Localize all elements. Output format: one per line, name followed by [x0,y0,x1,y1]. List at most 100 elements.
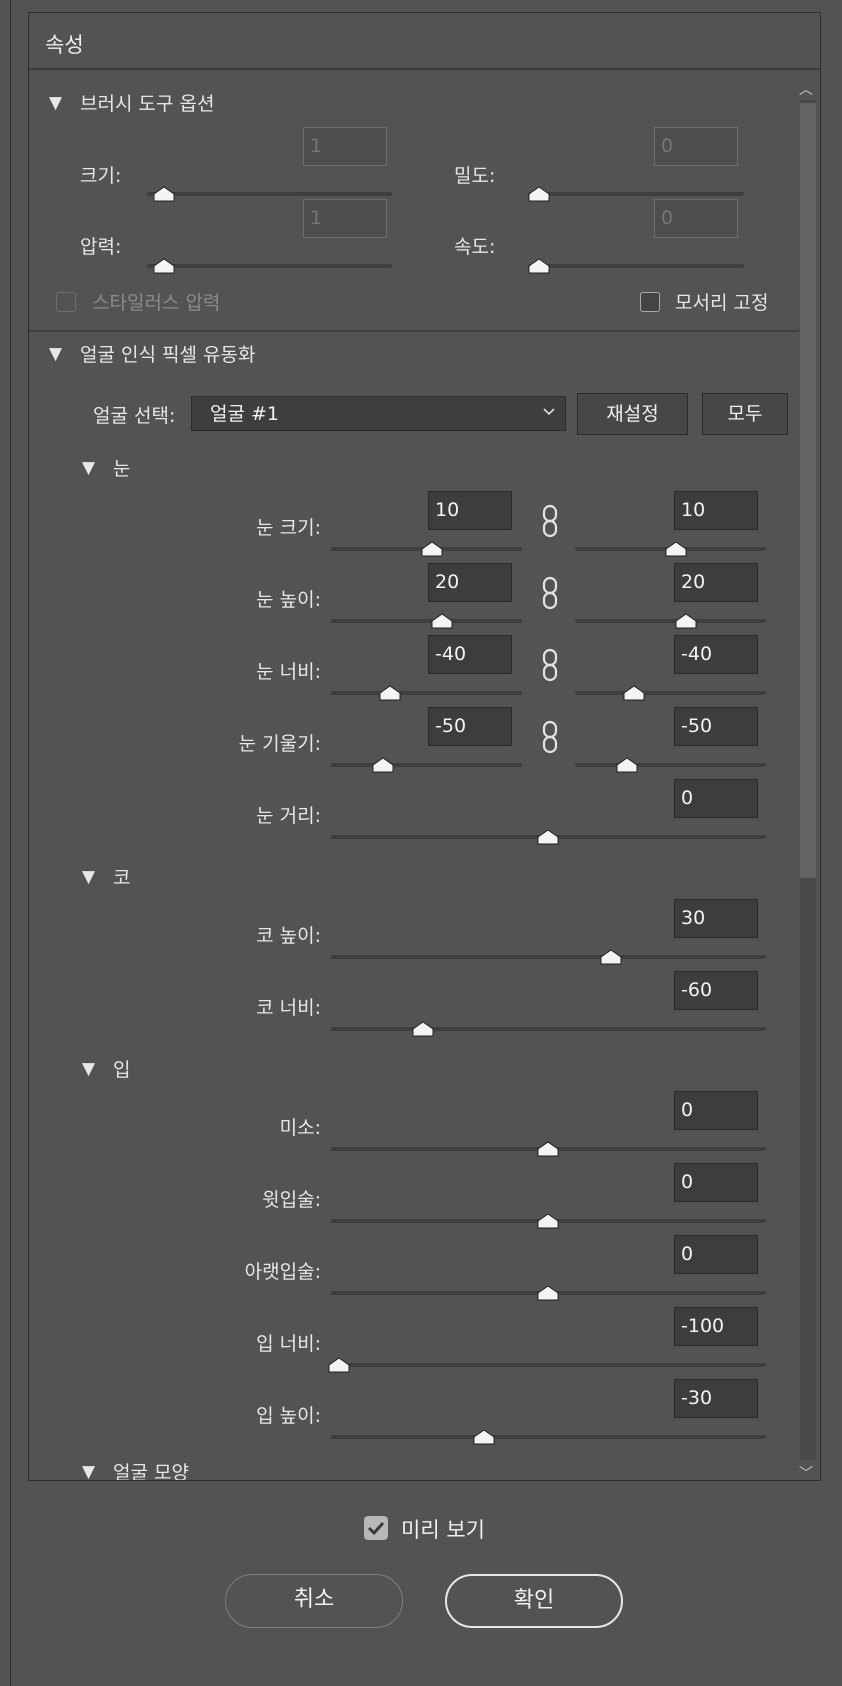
face-shape-collapse-icon[interactable]: ▼ [82,1462,95,1480]
eye-width-left-track[interactable] [331,691,522,695]
eye-size-left-thumb[interactable] [421,541,443,557]
mouth-width-track[interactable] [331,1363,766,1367]
nose-header[interactable]: 코 [113,863,130,890]
mouth-width-field[interactable]: -100 [674,1307,758,1346]
preview-label: 미리 보기 [401,1518,485,1542]
properties-panel: 속성 ▼ 브러시 도구 옵션 크기: 1 밀도: 0 압력: 1 속도: 0 스… [28,12,821,1481]
eye-tilt-left-thumb[interactable] [372,757,394,773]
face-liquify-collapse-icon[interactable]: ▼ [49,344,62,364]
eye-height-right-field[interactable]: 20 [674,563,758,602]
eye-height-right-thumb[interactable] [675,613,697,629]
eye-width-left-thumb[interactable] [379,685,401,701]
eye-height-left-thumb[interactable] [431,613,453,629]
density-slider-thumb[interactable] [528,186,550,202]
nose-height-track[interactable] [331,955,766,959]
nose-width-track[interactable] [331,1027,766,1031]
properties-scroll-area[interactable]: ▼ 브러시 도구 옵션 크기: 1 밀도: 0 압력: 1 속도: 0 스타일러… [29,70,820,1480]
cancel-button[interactable]: 취소 [225,1574,403,1628]
upper-lip-field[interactable]: 0 [674,1163,758,1202]
eye-tilt-right-track[interactable] [575,763,766,767]
nose-height-field[interactable]: 30 [674,899,758,938]
eye-size-link-icon[interactable] [541,504,559,538]
size-slider-thumb[interactable] [153,186,175,202]
eye-tilt-left-field[interactable]: -50 [428,707,512,746]
eye-size-right-field[interactable]: 10 [674,491,758,530]
nose-height-thumb[interactable] [600,949,622,965]
face-liquify-header[interactable]: 얼굴 인식 픽셀 유동화 [80,340,255,367]
pressure-slider-thumb[interactable] [153,258,175,274]
brush-options-header[interactable]: 브러시 도구 옵션 [80,89,214,116]
pin-edges-label: 모서리 고정 [675,292,769,314]
eye-distance-field[interactable]: 0 [674,779,758,818]
nose-width-thumb[interactable] [412,1021,434,1037]
smile-thumb[interactable] [537,1141,559,1157]
section-divider [29,330,799,332]
eye-width-label: 눈 너비: [256,661,321,683]
face-select-value: 얼굴 #1 [210,403,280,425]
preview-checkbox[interactable] [364,1516,388,1540]
scroll-up-arrow-icon[interactable]: ︿ [796,79,816,99]
mouth-width-thumb[interactable] [328,1357,350,1373]
eyes-header[interactable]: 눈 [113,454,130,481]
eye-width-left-field[interactable]: -40 [428,635,512,674]
size-slider-track[interactable] [147,192,392,196]
eye-height-left-field[interactable]: 20 [428,563,512,602]
mouth-height-field[interactable]: -30 [674,1379,758,1418]
smile-label: 미소: [279,1117,321,1139]
scroll-down-arrow-icon[interactable]: ﹀ [796,1463,816,1480]
mouth-collapse-icon[interactable]: ▼ [82,1059,95,1079]
eyes-collapse-icon[interactable]: ▼ [82,458,95,478]
eye-distance-label: 눈 거리: [256,805,321,827]
lower-lip-thumb[interactable] [537,1285,559,1301]
scrollbar-thumb[interactable] [800,103,816,878]
all-button[interactable]: 모두 [702,393,788,435]
rate-slider-thumb[interactable] [528,258,550,274]
eye-tilt-link-icon[interactable] [541,720,559,754]
brush-options-collapse-icon[interactable]: ▼ [49,93,62,113]
eye-size-right-thumb[interactable] [665,541,687,557]
pressure-label: 압력: [80,236,122,258]
density-label: 밀도: [454,165,496,187]
eye-width-right-thumb[interactable] [623,685,645,701]
eye-tilt-left-track[interactable] [331,763,522,767]
nose-collapse-icon[interactable]: ▼ [82,867,95,887]
eye-tilt-right-thumb[interactable] [616,757,638,773]
face-select-dropdown[interactable]: 얼굴 #1 [191,396,566,431]
eye-tilt-right-field[interactable]: -50 [674,707,758,746]
mouth-height-track[interactable] [331,1435,766,1439]
mouth-header[interactable]: 입 [113,1055,130,1082]
rate-field[interactable]: 0 [654,199,738,238]
left-window-edge [10,0,11,1686]
eye-distance-thumb[interactable] [537,829,559,845]
pressure-field[interactable]: 1 [303,199,387,238]
rate-label: 속도: [454,236,496,258]
eye-width-right-field[interactable]: -40 [674,635,758,674]
checkmark-icon [367,1521,385,1536]
mouth-height-thumb[interactable] [473,1429,495,1445]
mouth-width-label: 입 너비: [256,1333,321,1355]
reset-button[interactable]: 재설정 [577,393,688,435]
face-shape-header[interactable]: 얼굴 모양 [113,1458,189,1480]
stylus-pressure-checkbox[interactable] [56,292,76,312]
nose-width-field[interactable]: -60 [674,971,758,1010]
density-slider-track[interactable] [528,192,744,196]
eye-width-link-icon[interactable] [541,648,559,682]
ok-button[interactable]: 확인 [445,1574,623,1628]
smile-field[interactable]: 0 [674,1091,758,1130]
eye-height-right-track[interactable] [575,619,766,623]
mouth-height-label: 입 높이: [256,1405,321,1427]
lower-lip-field[interactable]: 0 [674,1235,758,1274]
pressure-slider-track[interactable] [147,264,392,268]
eye-height-left-track[interactable] [331,619,522,623]
size-field[interactable]: 1 [303,127,387,166]
eye-width-right-track[interactable] [575,691,766,695]
density-field[interactable]: 0 [654,127,738,166]
chevron-down-icon [543,408,555,416]
eye-size-left-field[interactable]: 10 [428,491,512,530]
upper-lip-thumb[interactable] [537,1213,559,1229]
nose-width-label: 코 너비: [256,997,321,1019]
eye-tilt-label: 눈 기울기: [238,733,321,755]
rate-slider-track[interactable] [528,264,744,268]
pin-edges-checkbox[interactable] [640,292,660,312]
eye-height-link-icon[interactable] [541,576,559,610]
